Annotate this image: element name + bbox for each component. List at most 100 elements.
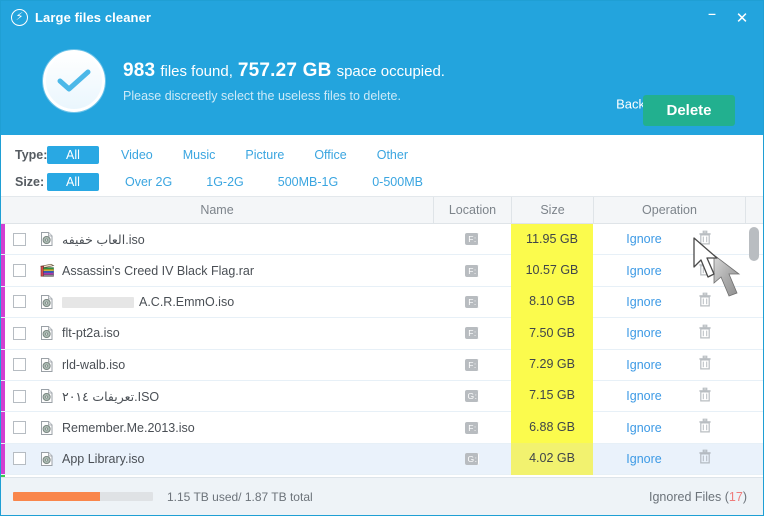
column-header-name[interactable]: Name [1, 197, 433, 224]
column-header-size[interactable]: Size [511, 196, 593, 224]
table-scrollbar[interactable] [749, 227, 759, 473]
file-name: App Library.iso [62, 451, 145, 466]
ignore-link[interactable]: Ignore [626, 295, 661, 309]
ignore-link[interactable]: Ignore [626, 326, 661, 340]
type-filter-label: Type: [15, 148, 48, 162]
trash-icon[interactable] [698, 230, 712, 249]
iso-disc-icon [39, 420, 55, 436]
cell-location: F: [433, 358, 511, 371]
file-name-text: flt-pt2a.iso [62, 326, 120, 340]
cell-size: 7.29 GB [511, 349, 593, 381]
cell-size: 4.02 GB [511, 443, 593, 475]
ignore-link[interactable]: Ignore [626, 358, 661, 372]
total-size: 757.27 GB [237, 60, 332, 81]
trash-icon[interactable] [698, 292, 712, 311]
size-filter-over-2g[interactable]: Over 2G [117, 173, 180, 191]
row-checkbox[interactable] [13, 264, 26, 278]
size-filter-500mb-1g[interactable]: 500MB-1G [270, 173, 346, 191]
file-name-text: App Library.iso [62, 452, 144, 466]
file-name: rld-walb.iso [62, 357, 126, 372]
iso-disc-icon [39, 451, 55, 467]
minimize-button[interactable]: – [697, 4, 727, 31]
size-filter-1g-2g[interactable]: 1G-2G [198, 173, 252, 191]
row-status-stripe [1, 286, 5, 318]
back-button[interactable]: Back [616, 97, 645, 112]
cell-operation: Ignore [593, 418, 745, 437]
ignore-link[interactable]: Ignore [626, 452, 661, 466]
iso-disc-icon [41, 451, 53, 466]
column-header-pad [745, 196, 763, 224]
summary-header: 983 files found, 757.27 GB space occupied. … [1, 34, 763, 135]
cell-location: F: [433, 421, 511, 434]
cell-name: flt-pt2a.iso [1, 325, 433, 341]
type-filter-video[interactable]: Video [113, 146, 161, 164]
close-button[interactable]: ✕ [727, 4, 757, 31]
ignore-link[interactable]: Ignore [626, 232, 661, 246]
type-filter-all[interactable]: All [47, 146, 99, 164]
drive-badge: F: [465, 358, 479, 371]
type-filter-office[interactable]: Office [306, 146, 354, 164]
table-row[interactable]: A.C.R.EmmO.iso F: 8.10 GB Ignore [1, 286, 763, 319]
type-filter-picture[interactable]: Picture [237, 146, 292, 164]
cell-location: F: [433, 295, 511, 308]
ignored-files-label: Ignored Files [649, 489, 722, 504]
ignore-link[interactable]: Ignore [626, 389, 661, 403]
type-filter-other[interactable]: Other [369, 146, 416, 164]
type-filter-music[interactable]: Music [175, 146, 224, 164]
size-filter-0-500mb[interactable]: 0-500MB [364, 173, 431, 191]
trash-icon[interactable] [698, 324, 712, 343]
file-name-text: rld-walb.iso [62, 358, 125, 372]
trash-icon[interactable] [698, 418, 712, 437]
row-checkbox[interactable] [13, 295, 26, 309]
disk-usage-fill [13, 492, 100, 501]
row-checkbox[interactable] [13, 358, 26, 372]
row-checkbox[interactable] [13, 389, 26, 403]
delete-button[interactable]: Delete [643, 95, 735, 126]
app-title: Large files cleaner [35, 10, 152, 25]
iso-disc-icon [41, 420, 53, 435]
trash-icon [699, 387, 711, 402]
row-checkbox[interactable] [13, 452, 26, 466]
file-name: Assassin's Creed IV Black Flag.rar [62, 263, 255, 278]
row-checkbox[interactable] [13, 421, 26, 435]
disk-usage-bar [13, 492, 153, 501]
ignored-files-link[interactable]: Ignored Files (17) [649, 490, 747, 504]
iso-disc-icon [39, 325, 55, 341]
cell-location: F: [433, 327, 511, 340]
table-row[interactable]: App Library.iso G: 4.02 GB Ignore [1, 443, 763, 476]
column-header-operation[interactable]: Operation [593, 196, 745, 224]
file-name-text: العاب خفيفه.iso [62, 232, 145, 247]
trash-icon[interactable] [698, 261, 712, 280]
table-row[interactable]: تعريفات ٢٠١٤.ISO G: 7.15 GB Ignore [1, 380, 763, 413]
ignored-paren-close: ) [742, 489, 747, 504]
table-row[interactable]: Assassin's Creed IV Black Flag.rar F: 10.5… [1, 254, 763, 287]
column-header-location[interactable]: Location [433, 196, 511, 224]
file-name-text: Assassin's Creed IV Black Flag.rar [62, 264, 254, 278]
ignore-link[interactable]: Ignore [626, 421, 661, 435]
row-status-stripe [1, 412, 5, 443]
scrollbar-thumb[interactable] [749, 227, 759, 261]
trash-icon[interactable] [698, 355, 712, 374]
cell-operation: Ignore [593, 324, 745, 343]
file-name-text: A.C.R.EmmO.iso [62, 295, 234, 309]
ignore-link[interactable]: Ignore [626, 264, 661, 278]
row-status-stripe [1, 224, 5, 255]
row-checkbox[interactable] [13, 326, 26, 340]
trash-icon[interactable] [698, 449, 712, 468]
table-row[interactable]: flt-pt2a.iso F: 7.50 GB Ignore [1, 317, 763, 350]
check-circle-icon [43, 50, 105, 112]
row-checkbox[interactable] [13, 232, 26, 246]
table-row[interactable]: العاب خفيفه.iso F: 11.95 GB Ignore [1, 223, 763, 256]
table-header: Name Location Size Operation [1, 196, 763, 224]
cell-name: تعريفات ٢٠١٤.ISO [1, 388, 433, 404]
file-name: A.C.R.EmmO.iso [139, 294, 235, 309]
table-row[interactable]: Remember.Me.2013.iso F: 6.88 GB Ignore [1, 411, 763, 444]
cell-name: Assassin's Creed IV Black Flag.rar [1, 263, 433, 279]
trash-icon[interactable] [698, 387, 712, 406]
size-filter-all[interactable]: All [47, 173, 99, 191]
trash-icon [699, 261, 711, 276]
window-controls: – ✕ [697, 1, 757, 34]
redacted-text [62, 297, 134, 309]
table-row[interactable]: rld-walb.iso F: 7.29 GB Ignore [1, 349, 763, 381]
drive-badge: F: [465, 295, 479, 308]
